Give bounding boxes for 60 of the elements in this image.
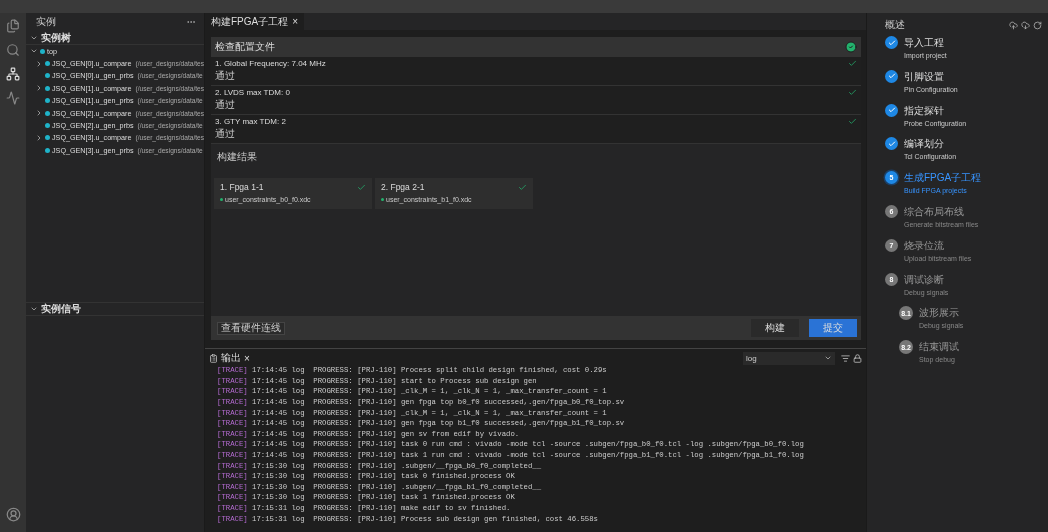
node-dot: [45, 135, 50, 141]
node-dot: [45, 61, 50, 67]
step-title: 编译划分: [904, 137, 945, 151]
search-icon[interactable]: [6, 43, 20, 57]
output-tab[interactable]: 输出: [221, 351, 241, 365]
upload-icon[interactable]: [1009, 20, 1018, 30]
check-label: 3. GTY max TDM: 2: [215, 117, 286, 126]
files-icon[interactable]: [6, 19, 20, 33]
hierarchy-icon[interactable]: [6, 67, 20, 81]
close-icon[interactable]: ×: [292, 16, 299, 27]
chevron-icon[interactable]: [35, 109, 43, 118]
step-title: 综合布局布线: [904, 205, 965, 218]
result-title: 1. Fpga 1-1: [220, 182, 264, 192]
check-note: 通过: [215, 98, 235, 112]
waveform-icon[interactable]: [6, 91, 20, 105]
lock-icon[interactable]: [853, 353, 862, 363]
node-dot: [45, 73, 50, 79]
download-icon[interactable]: [1021, 20, 1030, 30]
submit-button[interactable]: 提交: [809, 319, 857, 337]
editor-tab[interactable]: 构建FPGA子工程 ×: [205, 13, 305, 30]
step-title: 生成FPGA子工程: [904, 171, 982, 185]
log-filter-select[interactable]: log: [743, 351, 835, 365]
node-dot: [45, 123, 50, 129]
result-title: 2. Fpga 2-1: [381, 182, 425, 192]
close-icon[interactable]: ×: [244, 352, 250, 364]
step-title: 引脚设置: [904, 69, 945, 83]
chevron-icon[interactable]: [35, 133, 43, 142]
chevron-icon[interactable]: [30, 305, 38, 313]
clipboard-icon: [209, 353, 218, 363]
check-label: 1. Global Frequency: 7.04 MHz: [215, 59, 326, 68]
build-button[interactable]: 构建: [751, 319, 799, 337]
step-title: 波形展示: [919, 306, 960, 320]
chevron-icon: [824, 354, 832, 362]
chevron-icon[interactable]: [35, 84, 43, 93]
check-note: 通过: [215, 127, 235, 141]
view-wiring-button[interactable]: 查看硬件连线: [217, 321, 285, 335]
node-dot: [40, 48, 45, 54]
step-title: 烧录位流: [904, 238, 945, 252]
check-note: 通过: [215, 69, 235, 83]
node-dot: [45, 110, 50, 116]
chevron-icon[interactable]: [35, 59, 43, 68]
node-dot: [45, 147, 50, 153]
refresh-icon[interactable]: [1033, 20, 1042, 30]
file-dot: [381, 198, 384, 201]
panel-title: 概述: [885, 18, 905, 32]
account-icon[interactable]: [5, 507, 21, 522]
step-title: 结束调试: [919, 340, 959, 354]
step-title: 导入工程: [904, 36, 945, 49]
panel-title: 实例: [36, 15, 56, 29]
section-title[interactable]: 实例信号: [41, 302, 81, 316]
file-dot: [220, 198, 223, 201]
section-title[interactable]: 实例树: [41, 30, 71, 45]
check-label: 2. LVDS max TDM: 0: [215, 88, 290, 97]
node-dot: [45, 85, 50, 91]
step-title: 指定探针: [904, 103, 945, 117]
section-title: 检查配置文件: [215, 40, 275, 54]
filter-icon[interactable]: [841, 353, 850, 363]
node-dot: [45, 98, 50, 104]
section-title: 构建结果: [217, 151, 257, 162]
step-title: 调试诊断: [904, 272, 945, 286]
